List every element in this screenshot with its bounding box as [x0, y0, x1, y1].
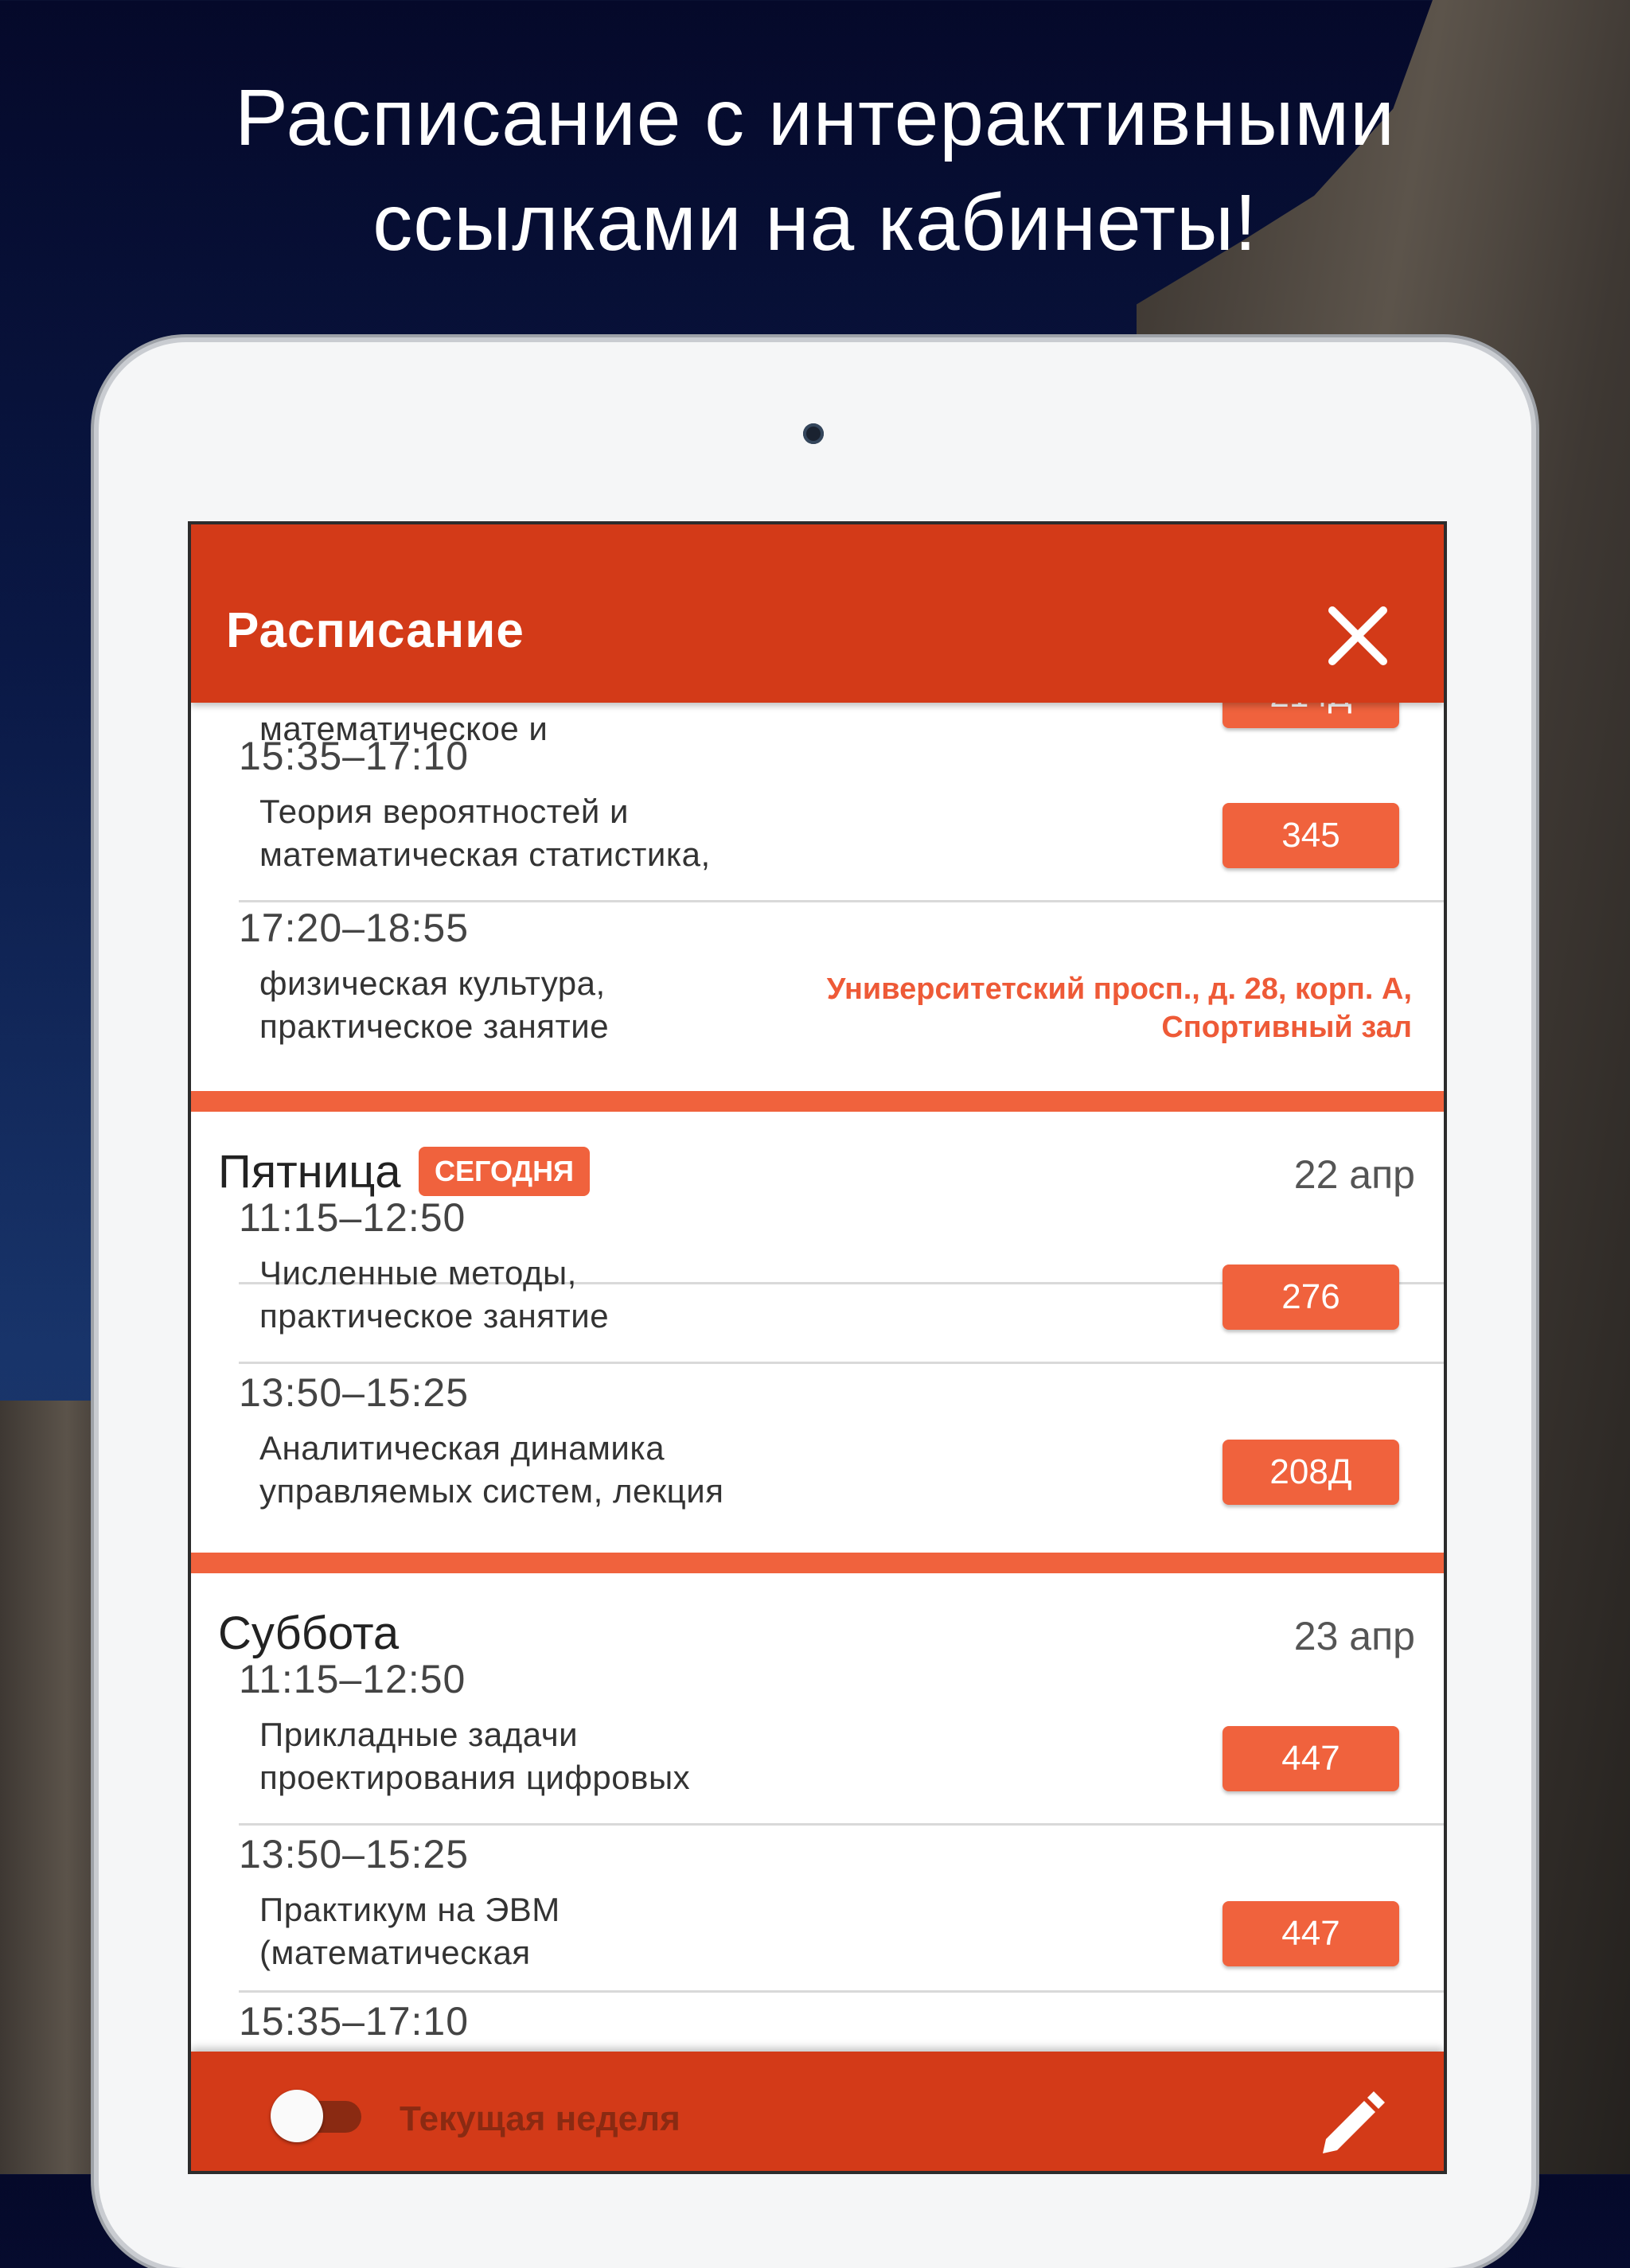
row-divider [239, 1990, 1444, 1993]
lesson-subject-line: Прикладные задачи [259, 1716, 579, 1753]
lesson-time: 15:35–17:10 [239, 734, 470, 778]
lesson-time: 17:20–18:55 [239, 906, 470, 950]
day-header: Суббота 23 апр [191, 1573, 1444, 1659]
lesson-subject: Практикум на ЭВМ (математическая [259, 1888, 560, 1974]
lesson-subject-line: практическое занятие [259, 1007, 610, 1045]
room-button[interactable]: 447 [1222, 1901, 1399, 1966]
current-week-label: Текущая неделя [400, 2099, 680, 2138]
lesson-cell: 11:15–12:50 Численные методы, практическ… [191, 1194, 1444, 1365]
row-divider [239, 900, 1444, 902]
day-divider [191, 1091, 1444, 1112]
room-button[interactable]: 345 [1222, 803, 1399, 868]
address-line: Университетский просп., д. 28, корп. А, [826, 972, 1412, 1006]
lesson-cell: 15:35–17:10 Теория вероятностей и матема… [191, 733, 1444, 903]
lesson-subject-line: (математическая [259, 1934, 531, 1971]
lesson-time: 11:15–12:50 [239, 1657, 466, 1701]
address-link[interactable]: Университетский просп., д. 28, корп. А, … [827, 970, 1412, 1046]
lesson-subject: Аналитическая динамика управляемых систе… [259, 1427, 723, 1513]
lesson-subject-line: математическая статистика, [259, 836, 711, 873]
lesson-subject-line: Аналитическая динамика [259, 1429, 665, 1467]
row-divider [239, 1362, 1444, 1364]
page-title: Расписание [226, 603, 524, 658]
room-button[interactable]: 276 [1222, 1265, 1399, 1330]
room-button[interactable]: 208Д [1222, 1440, 1399, 1505]
day-name: Суббота [218, 1607, 400, 1659]
day-date: 22 апр [1293, 1152, 1415, 1197]
lesson-cell: 13:50–15:25 Практикум на ЭВМ (математиче… [191, 1831, 1444, 2001]
lesson-time: 11:15–12:50 [239, 1195, 466, 1240]
day-header: Пятница СЕГОДНЯ 22 апр [191, 1112, 1444, 1198]
promo-headline: Расписание с интерактивными ссылками на … [0, 65, 1630, 275]
current-week-toggle[interactable] [271, 2090, 366, 2142]
address-line: Спортивный зал [1161, 1011, 1412, 1044]
app-bar: Расписание [191, 524, 1444, 703]
bottom-toolbar: Текущая неделя [191, 2052, 1444, 2171]
toggle-knob [271, 2090, 323, 2142]
camera-icon [803, 423, 824, 444]
today-badge: СЕГОДНЯ [419, 1147, 590, 1196]
lesson-subject-line: Теория вероятностей и [259, 793, 629, 830]
lesson-cell: 17:20–18:55 физическая культура, практич… [191, 905, 1444, 1080]
close-button[interactable] [1326, 604, 1390, 668]
day-date: 23 апр [1293, 1614, 1415, 1658]
lesson-cell: 13:50–15:25 Аналитическая динамика управ… [191, 1370, 1444, 1540]
lesson-subject: Теория вероятностей и математическая ста… [259, 790, 711, 876]
lesson-subject-line: проектирования цифровых [259, 1759, 691, 1796]
lesson-subject: Прикладные задачи проектирования цифровы… [259, 1713, 690, 1799]
lesson-time: 13:50–15:25 [239, 1370, 470, 1415]
lesson-time: 13:50–15:25 [239, 1832, 470, 1876]
lesson-time: 15:35–17:10 [239, 1999, 470, 2044]
lesson-subject-line: физическая культура, [259, 964, 606, 1002]
tablet-frame: Расписание математическое и 214Д 15:35–1… [99, 342, 1531, 2268]
room-button[interactable]: 447 [1222, 1726, 1399, 1791]
promo-headline-line-2: ссылками на кабинеты! [372, 178, 1258, 267]
lesson-subject-line: управляемых систем, лекция [259, 1472, 724, 1510]
lesson-subject-line: практическое занятие [259, 1297, 610, 1335]
promo-headline-line-1: Расписание с интерактивными [235, 73, 1395, 162]
row-divider [239, 1823, 1444, 1826]
pencil-icon [1323, 2091, 1385, 2153]
day-divider [191, 1553, 1444, 1573]
lesson-subject-line: Численные методы, [259, 1254, 577, 1292]
lesson-cell: 11:15–12:50 Прикладные задачи проектиров… [191, 1656, 1444, 1826]
lesson-subject-line: Практикум на ЭВМ [259, 1891, 560, 1928]
background-building-left [0, 1401, 111, 2174]
day-name: Пятница [218, 1146, 401, 1198]
edit-button[interactable] [1315, 2083, 1391, 2160]
lesson-subject: физическая культура, практическое заняти… [259, 962, 609, 1048]
lesson-subject: Численные методы, практическое занятие [259, 1252, 609, 1338]
app-screen: Расписание математическое и 214Д 15:35–1… [188, 521, 1447, 2174]
close-icon [1328, 606, 1387, 665]
